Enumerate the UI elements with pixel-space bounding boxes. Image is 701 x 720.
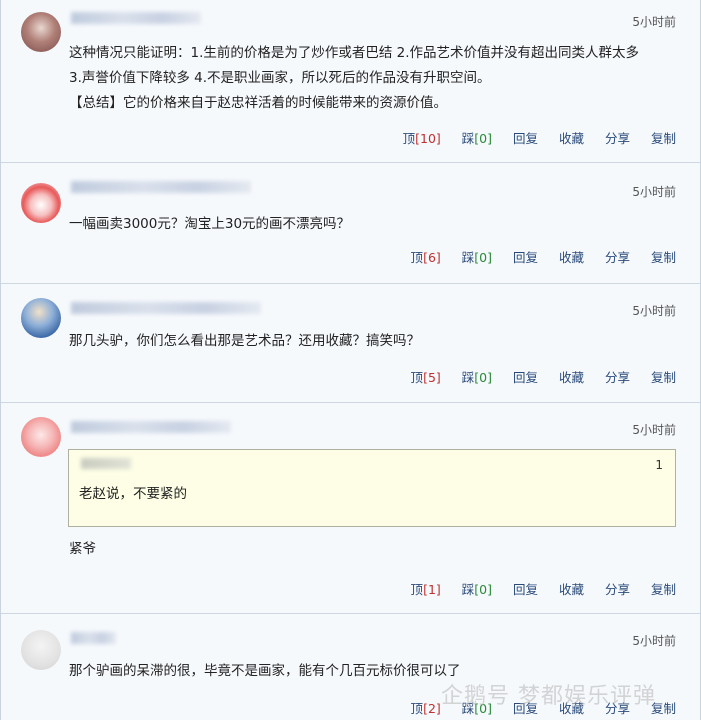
- favorite-button[interactable]: 收藏: [559, 250, 584, 265]
- comment-time: 5小时前: [632, 15, 676, 29]
- username-blurred[interactable]: [71, 181, 251, 193]
- avatar[interactable]: [21, 12, 61, 52]
- username-blurred[interactable]: [71, 302, 261, 314]
- username-blurred[interactable]: [71, 12, 201, 24]
- reply-button[interactable]: 回复: [513, 582, 538, 597]
- upvote-button[interactable]: 顶[5]: [411, 370, 441, 385]
- downvote-button[interactable]: 踩[0]: [462, 250, 492, 265]
- quoted-username-blurred: [81, 458, 131, 469]
- comment-time: 5小时前: [632, 185, 676, 199]
- reply-button[interactable]: 回复: [513, 370, 538, 385]
- comment-text-line: 那几头驴，你们怎么看出那是艺术品？还用收藏？搞笑吗？: [69, 333, 420, 349]
- avatar[interactable]: [21, 417, 61, 457]
- favorite-button[interactable]: 收藏: [559, 131, 584, 146]
- avatar[interactable]: [21, 298, 61, 338]
- downvote-button[interactable]: 踩[0]: [462, 370, 492, 385]
- share-button[interactable]: 分享: [605, 250, 630, 265]
- copy-button[interactable]: 复制: [651, 131, 676, 146]
- downvote-button[interactable]: 踩[0]: [462, 131, 492, 146]
- comment-text-line: 这种情况只能证明：1.生前的价格是为了炒作或者巴结 2.作品艺术价值并没有超出同…: [69, 45, 640, 61]
- comment-actions: 顶[10] 踩[0] 回复 收藏 分享 复制: [386, 128, 676, 147]
- comment-item: 5小时前 这种情况只能证明：1.生前的价格是为了炒作或者巴结 2.作品艺术价值并…: [1, 0, 700, 163]
- avatar[interactable]: [21, 183, 61, 223]
- quoted-reply: 1 老赵说，不要紧的: [68, 449, 676, 527]
- comment-list: 5小时前 这种情况只能证明：1.生前的价格是为了炒作或者巴结 2.作品艺术价值并…: [0, 0, 701, 720]
- comment-text-line: 紧爷: [69, 541, 96, 557]
- upvote-button[interactable]: 顶[1]: [411, 582, 441, 597]
- comment-actions: 顶[6] 踩[0] 回复 收藏 分享 复制: [394, 247, 676, 266]
- comment-actions: 顶[1] 踩[0] 回复 收藏 分享 复制: [394, 579, 676, 598]
- copy-button[interactable]: 复制: [651, 582, 676, 597]
- upvote-button[interactable]: 顶[6]: [411, 250, 441, 265]
- favorite-button[interactable]: 收藏: [559, 582, 584, 597]
- comment-item: 5小时前 一幅画卖3000元？淘宝上30元的画不漂亮吗？ 顶[6] 踩[0] 回…: [1, 163, 700, 284]
- downvote-button[interactable]: 踩[0]: [462, 582, 492, 597]
- comment-text-line: 一幅画卖3000元？淘宝上30元的画不漂亮吗？: [69, 216, 351, 232]
- avatar[interactable]: [21, 630, 61, 670]
- share-button[interactable]: 分享: [605, 582, 630, 597]
- upvote-button[interactable]: 顶[10]: [403, 131, 441, 146]
- share-button[interactable]: 分享: [605, 131, 630, 146]
- upvote-button[interactable]: 顶[2]: [411, 701, 441, 716]
- quote-floor-number: 1: [655, 458, 663, 472]
- comment-text-line: 3.声誉价值下降较多 4.不是职业画家，所以死后的作品没有升职空间。: [69, 70, 491, 86]
- reply-button[interactable]: 回复: [513, 131, 538, 146]
- quoted-text: 老赵说，不要紧的: [79, 486, 187, 502]
- share-button[interactable]: 分享: [605, 370, 630, 385]
- comment-time: 5小时前: [632, 423, 676, 437]
- comment-time: 5小时前: [632, 304, 676, 318]
- reply-button[interactable]: 回复: [513, 250, 538, 265]
- copy-button[interactable]: 复制: [651, 250, 676, 265]
- username-blurred[interactable]: [71, 632, 116, 644]
- comment-text-line: 那个驴画的呆滞的很，毕竟不是画家，能有个几百元标价很可以了: [69, 663, 461, 679]
- watermark: 企鹅号 梦都娱乐评弹: [441, 684, 656, 709]
- comment-text-line: 【总结】它的价格来自于赵忠祥活着的时候能带来的资源价值。: [69, 95, 447, 111]
- comment-time: 5小时前: [632, 634, 676, 648]
- username-blurred[interactable]: [71, 421, 231, 433]
- copy-button[interactable]: 复制: [651, 370, 676, 385]
- favorite-button[interactable]: 收藏: [559, 370, 584, 385]
- comment-actions: 顶[5] 踩[0] 回复 收藏 分享 复制: [394, 367, 676, 386]
- comment-item: 5小时前 那几头驴，你们怎么看出那是艺术品？还用收藏？搞笑吗？ 顶[5] 踩[0…: [1, 284, 700, 403]
